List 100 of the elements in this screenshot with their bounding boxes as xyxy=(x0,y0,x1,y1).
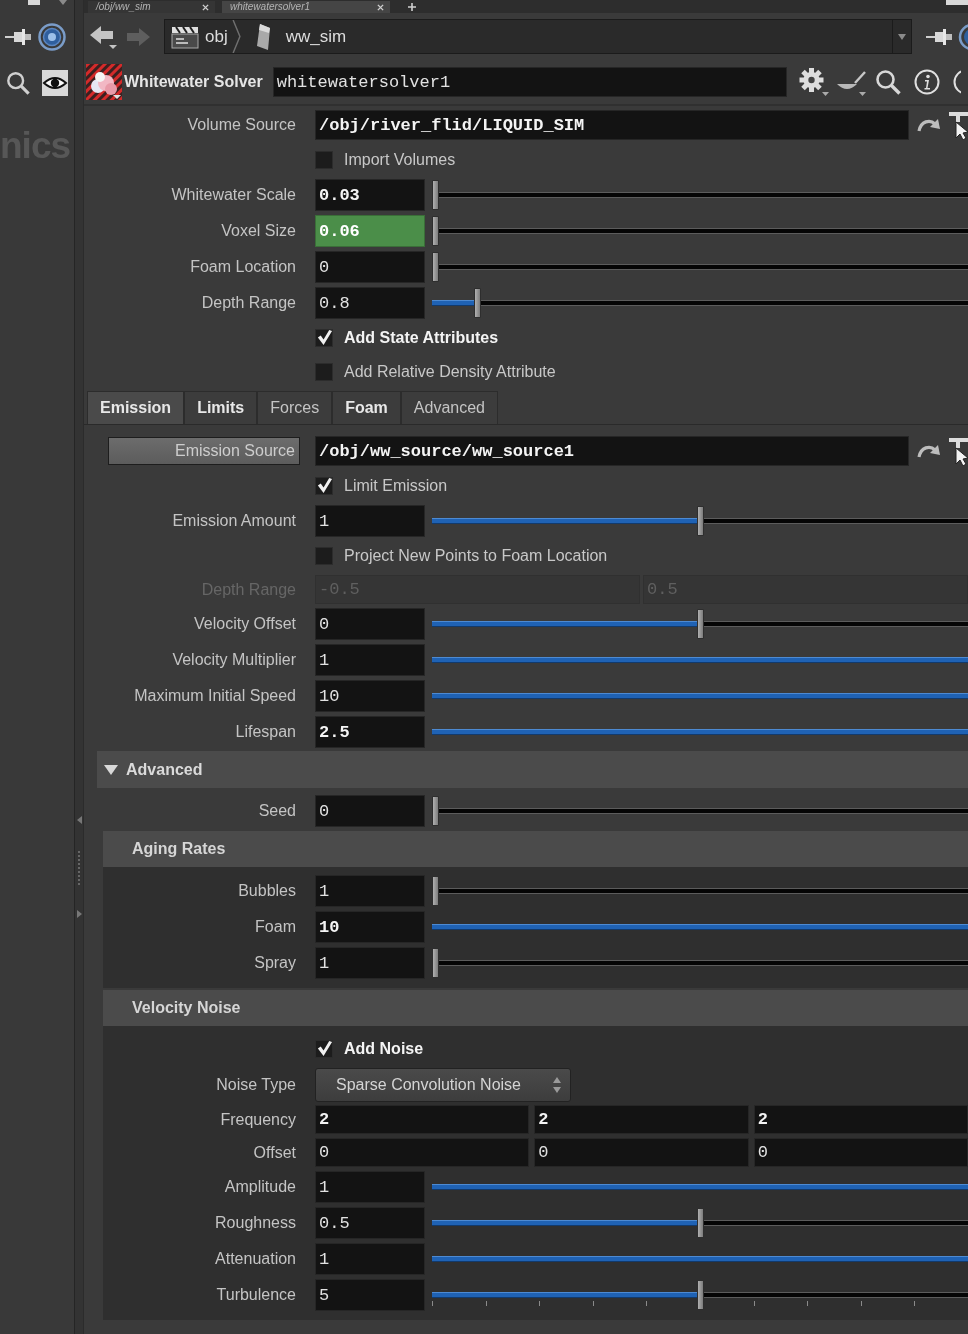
node-name-field[interactable]: whitewatersolver1 xyxy=(272,67,787,97)
checkbox-label[interactable]: Add Noise xyxy=(344,1040,424,1058)
slider-thumb[interactable] xyxy=(432,948,439,978)
pointer-icon[interactable] xyxy=(948,436,968,466)
tab[interactable]: Limits xyxy=(184,391,258,424)
parameter-label: Whitewater Scale xyxy=(171,186,296,204)
checkbox[interactable] xyxy=(315,1040,333,1058)
checkbox[interactable] xyxy=(315,363,333,381)
slider-thumb[interactable] xyxy=(696,609,704,639)
dropdown-arrow-icon[interactable] xyxy=(898,33,906,40)
number-field[interactable]: 1 xyxy=(315,947,425,979)
slider-track[interactable] xyxy=(432,795,968,827)
slider-track[interactable] xyxy=(432,251,968,283)
slider-track[interactable] xyxy=(432,505,968,537)
pin-icon[interactable] xyxy=(5,27,31,46)
slider-thumb[interactable] xyxy=(432,180,439,210)
slider-thumb[interactable] xyxy=(696,1208,704,1238)
eye-icon[interactable] xyxy=(42,70,68,96)
checkbox-label[interactable]: Add State Attributes xyxy=(344,329,499,347)
source-button[interactable]: Emission Source xyxy=(108,437,300,465)
number-field[interactable]: 0 xyxy=(315,795,425,827)
checkbox[interactable] xyxy=(315,547,333,565)
number-field[interactable]: 2 xyxy=(315,1105,530,1134)
slider-thumb[interactable] xyxy=(696,1280,704,1310)
pane-tab[interactable]: whitewatersolver1 xyxy=(222,1,390,13)
slider-thumb[interactable] xyxy=(432,876,439,906)
search-icon[interactable] xyxy=(6,71,30,95)
tab[interactable]: Advanced xyxy=(400,391,498,424)
number-field[interactable]: 2 xyxy=(534,1105,749,1134)
tab[interactable]: Forces xyxy=(257,391,333,424)
number-field[interactable]: 2.5 xyxy=(315,716,425,748)
parameter-label: Seed xyxy=(258,802,296,820)
slider-track[interactable] xyxy=(432,608,968,640)
number-field[interactable]: 1 xyxy=(315,1243,425,1275)
checkbox[interactable] xyxy=(315,477,333,495)
striped-node-icon[interactable] xyxy=(86,64,122,100)
number-field[interactable]: 0 xyxy=(315,251,425,283)
target-icon[interactable] xyxy=(38,22,66,51)
close-icon[interactable] xyxy=(377,3,384,11)
number-field[interactable]: 1 xyxy=(315,1171,425,1203)
dropdown-arrow-icon[interactable] xyxy=(59,0,67,5)
number-field[interactable]: 0 xyxy=(315,608,425,640)
number-field[interactable]: 2 xyxy=(753,1105,968,1134)
number-field[interactable]: 1 xyxy=(315,505,425,537)
checkbox[interactable] xyxy=(315,329,333,347)
back-arrow-icon[interactable] xyxy=(89,23,119,50)
tab[interactable]: Foam xyxy=(332,391,401,424)
slider-track[interactable] xyxy=(432,215,968,247)
pane-tab[interactable]: /obj/ww_sim xyxy=(88,1,215,13)
slider-track[interactable] xyxy=(432,947,968,979)
slider-thumb[interactable] xyxy=(432,216,439,246)
collapse-left-icon[interactable] xyxy=(76,816,82,824)
slider-track[interactable] xyxy=(432,1279,968,1311)
checkbox-label[interactable]: Limit Emission xyxy=(344,477,448,495)
slider-track[interactable] xyxy=(432,1207,968,1239)
number-field[interactable]: 1 xyxy=(315,644,425,676)
updown-arrows-icon xyxy=(552,1075,562,1094)
dropdown-menu[interactable]: Sparse Convolution Noise xyxy=(315,1067,571,1102)
slider-track[interactable] xyxy=(432,287,968,319)
plus-icon[interactable] xyxy=(408,3,416,11)
number-field[interactable]: 0.8 xyxy=(315,287,425,319)
checkbox-label[interactable]: Import Volumes xyxy=(344,151,456,169)
close-icon[interactable] xyxy=(202,3,209,11)
number-field[interactable]: 10 xyxy=(315,680,425,712)
number-field[interactable]: 0.03 xyxy=(315,179,425,211)
checkbox-label[interactable]: Add Relative Density Attribute xyxy=(344,363,556,381)
parameter-label: Spray xyxy=(254,954,296,972)
path-field[interactable]: /obj/ww_source/ww_source1 xyxy=(315,436,909,466)
slider-thumb[interactable] xyxy=(432,796,439,826)
info-icon[interactable] xyxy=(913,69,940,95)
expand-right-icon[interactable] xyxy=(76,910,82,918)
slider-track[interactable] xyxy=(432,875,968,907)
path-segment[interactable]: ww_sim xyxy=(247,22,347,51)
number-field[interactable]: 0 xyxy=(753,1138,968,1167)
number-field[interactable]: 0.06 xyxy=(315,215,425,247)
section-header[interactable]: Advanced xyxy=(97,751,968,788)
node-type-label: Whitewater Solver xyxy=(124,73,263,91)
number-field[interactable]: 10 xyxy=(315,911,425,943)
number-field[interactable]: 5 xyxy=(315,1279,425,1311)
pin-icon[interactable] xyxy=(926,27,952,46)
slider-thumb[interactable] xyxy=(432,252,439,282)
slider-fill xyxy=(432,300,475,306)
checkmark-icon xyxy=(316,329,333,346)
tab[interactable]: Emission xyxy=(87,391,185,424)
grip-icon[interactable] xyxy=(77,850,81,886)
number-field[interactable]: 0.5 xyxy=(315,1207,425,1239)
search-icon[interactable] xyxy=(874,69,901,95)
checkbox[interactable] xyxy=(315,151,333,169)
path-field[interactable]: /obj/river_flid/LIQUID_SIM xyxy=(315,110,909,140)
number-field[interactable]: 0 xyxy=(534,1138,749,1167)
path-segment[interactable]: obj xyxy=(171,24,228,49)
slider-thumb[interactable] xyxy=(474,288,482,318)
pointer-icon[interactable] xyxy=(948,110,968,140)
target-icon[interactable] xyxy=(958,22,968,51)
slider-thumb[interactable] xyxy=(696,506,704,536)
slider-track[interactable] xyxy=(432,179,968,211)
checkbox-label[interactable]: Project New Points to Foam Location xyxy=(344,547,608,565)
parameter-label: Voxel Size xyxy=(221,222,296,240)
number-field[interactable]: 1 xyxy=(315,875,425,907)
number-field[interactable]: 0 xyxy=(315,1138,530,1167)
